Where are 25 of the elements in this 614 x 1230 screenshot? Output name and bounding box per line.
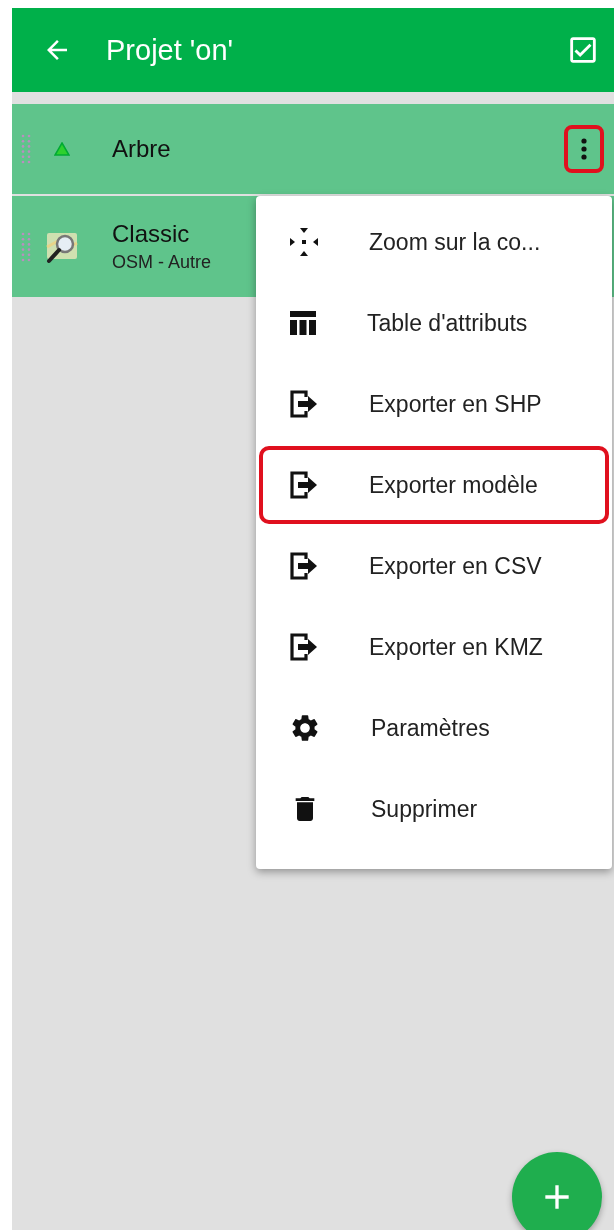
layer-row[interactable]: Arbre [12,104,614,194]
menu-item[interactable]: Exporter en SHP [259,365,609,443]
layer-name: Classic [112,220,190,248]
zoom-extent-icon [289,227,319,257]
triangle-icon [54,142,70,156]
menu-item[interactable]: Exporter en CSV [259,527,609,605]
export-icon [289,470,319,500]
drag-handle-icon[interactable] [20,230,32,263]
drag-handle-icon[interactable] [20,133,32,165]
more-button[interactable] [564,125,604,173]
export-icon [289,632,319,662]
layer-name: Arbre [112,135,171,163]
table-icon [289,310,317,336]
menu-item[interactable]: Table d'attributs [259,284,609,362]
export-icon [289,389,319,419]
menu-item[interactable]: Zoom sur la co... [259,203,609,281]
more-icon [581,138,587,160]
menu-item[interactable]: Exporter en KMZ [259,608,609,686]
menu-item[interactable]: Paramètres [259,689,609,767]
app-title: Projet 'on' [106,33,235,67]
add-button[interactable] [512,1152,602,1230]
export-icon [289,551,319,581]
menu-item[interactable]: Exporter modèle [259,446,609,524]
menu-item[interactable]: Supprimer [259,770,609,848]
layer-subtitle: OSM - Autre [112,252,212,273]
